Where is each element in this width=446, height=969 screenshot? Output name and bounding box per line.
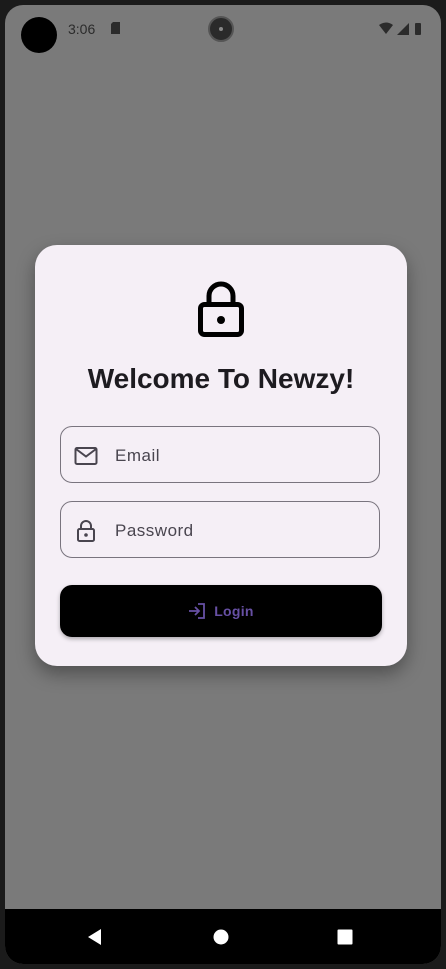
- system-status-icons: [379, 22, 421, 35]
- nav-home-button[interactable]: [191, 909, 251, 964]
- status-bar: 3:06: [5, 5, 441, 53]
- nav-recents-button[interactable]: [315, 909, 375, 964]
- avatar-circle: [21, 17, 57, 53]
- sim-card-icon: [111, 22, 120, 34]
- email-input[interactable]: [113, 427, 367, 484]
- password-field[interactable]: [60, 501, 380, 559]
- welcome-title: Welcome To Newzy!: [87, 363, 355, 394]
- email-field[interactable]: [60, 426, 380, 484]
- login-button-label: Login: [214, 603, 254, 619]
- password-input[interactable]: [113, 502, 367, 559]
- front-camera: [208, 16, 234, 42]
- wifi-icon: [379, 22, 393, 34]
- lock-icon: [77, 520, 95, 542]
- signal-icon: [397, 23, 409, 35]
- navigation-bar: [5, 909, 441, 964]
- phone-screen: 3:06 Welcome To Newzy! Email Login: [5, 5, 441, 964]
- back-icon: [88, 928, 101, 945]
- battery-icon: [415, 23, 421, 35]
- recents-icon: [337, 929, 353, 944]
- login-icon: [189, 603, 206, 619]
- nav-back-button[interactable]: [65, 909, 125, 964]
- mail-icon: [74, 447, 98, 465]
- lock-icon: [198, 281, 244, 337]
- login-button[interactable]: Login: [60, 585, 382, 637]
- login-card: Welcome To Newzy! Login: [35, 245, 407, 666]
- home-icon: [213, 929, 229, 944]
- status-time: 3:06: [68, 21, 96, 37]
